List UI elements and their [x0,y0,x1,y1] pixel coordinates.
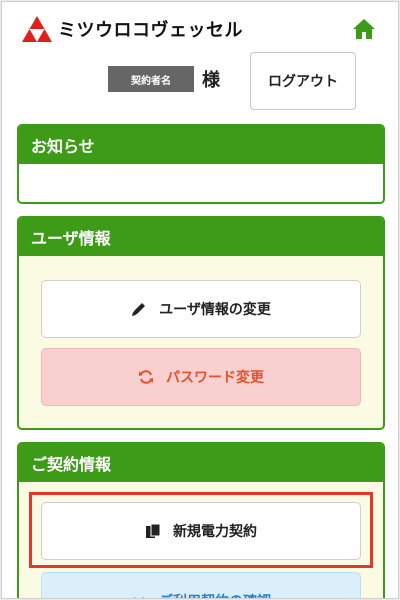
edit-user-info-button[interactable]: ユーザ情報の変更 [41,280,361,338]
section-title: お知らせ [19,126,383,164]
change-password-button[interactable]: パスワード変更 [41,348,361,406]
button-label: ご利用契約の確認 [159,591,271,598]
new-power-contract-button[interactable]: 新規電力契約 [41,502,361,560]
pencil-icon [132,303,146,316]
section-title: ユーザ情報 [19,218,383,256]
contract-confirmation-button[interactable]: ご利用契約の確認 [41,572,361,598]
section-title: ご契約情報 [19,444,383,482]
logout-button[interactable]: ログアウト [250,52,356,110]
honorific: 様 [202,70,220,91]
button-label: パスワード変更 [166,370,264,386]
notice-section: お知らせ [17,124,385,204]
notice-body [19,164,383,202]
refresh-icon [139,370,153,384]
header: ミツウロコヴェッセル 契約者名 様 ログアウト [2,2,398,112]
documents-icon [146,523,161,538]
button-label: ユーザ情報の変更 [159,302,271,318]
contract-info-section: ご契約情報 新規電力契約 ご利用契約の確認 [17,442,385,598]
user-info-section: ユーザ情報 ユーザ情報の変更 パスワード変更 [17,216,385,430]
logo-triangles-icon [22,16,52,42]
chevron-down-icon [134,597,144,598]
home-icon[interactable] [352,18,376,40]
contract-name-badge: 契約者名 [108,66,194,92]
page-frame: ミツウロコヴェッセル 契約者名 様 ログアウト お知らせ ユーザ情報 ユーザ情報… [1,1,399,599]
brand-name: ミツウロコヴェッセル [58,20,243,41]
user-name-row: 契約者名 様 [108,66,220,92]
button-label: 新規電力契約 [173,524,257,540]
brand-logo[interactable]: ミツウロコヴェッセル [22,16,243,42]
